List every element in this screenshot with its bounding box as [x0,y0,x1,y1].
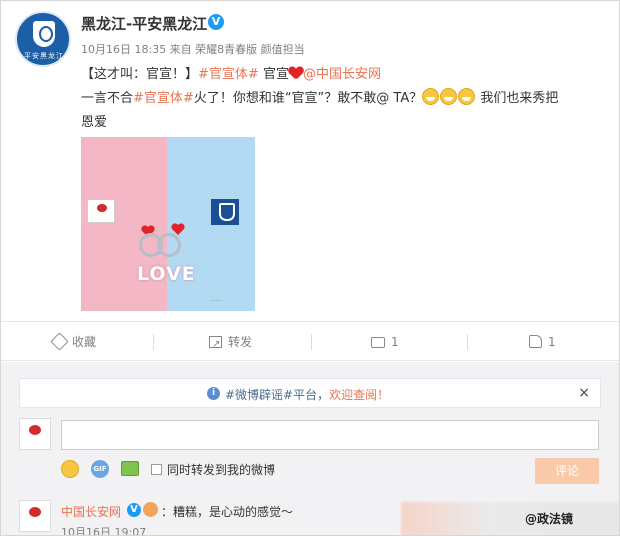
mention-link[interactable]: @中国长安网 [303,67,381,82]
action-bar: 收藏 转发 1 1 [1,321,619,361]
grin-emoji-icon [422,88,440,105]
thumbs-up-icon [529,335,542,348]
info-icon: i [207,387,220,400]
commenter-name[interactable]: 中国长安网 [61,503,121,520]
favorite-button[interactable]: 收藏 [50,330,96,354]
forward-checkbox[interactable] [151,464,162,475]
divider [153,334,154,350]
weibo-post-card: 平安黑龙江 黑龙江-平安黑龙江 V 10月16日 18:35 来自 荣耀8青春版… [0,0,620,536]
image-love-text: LOVE [137,263,196,285]
forward-checkbox-label: 同时转发到我的微博 [167,463,276,477]
forward-button[interactable]: 转发 [209,330,252,357]
avatar-caption: 平安黑龙江 [24,52,64,60]
blurred-overlay [401,502,619,535]
star-icon [50,332,69,351]
post-image[interactable]: LOVE ····· [81,137,255,311]
comment-icon [371,337,385,348]
post-text-segment: 一言不合 [81,91,134,106]
post-text-segment: 我们也来秀把 [476,91,559,106]
verified-icon: V [127,503,141,517]
grin-emoji-icon [440,88,458,105]
post-text: 【这才叫：官宣！】#官宣体# 官宣 @中国长安网 一言不合#官宣体#火了！你想和谁… [81,63,611,135]
author-name[interactable]: 黑龙江-平安黑龙江 [81,13,207,34]
post-meta: 10月16日 18:35 来自 荣耀8青春版 颜值担当 [81,43,305,56]
source-watermark: @政法镜 [525,512,574,526]
emoji-icon[interactable] [61,460,79,478]
commenter-avatar[interactable] [19,500,51,532]
shield-icon [33,21,55,47]
comment-submit-button[interactable]: 评论 [535,458,599,484]
hashtag-link[interactable]: #官宣体# [198,67,259,82]
divider [311,334,312,350]
post-text-segment: 恩爱 [81,115,108,130]
changan-logo [87,199,115,223]
like-button[interactable]: 1 [529,330,556,354]
post-text-segment: 火了！你想和谁“官宣”？敢不敢@ TA？ [193,91,423,106]
comment-section: i #微博辟谣#平台，欢迎查阅！ × GIF 同时转发到我的微博 评论 中国长安… [1,362,619,536]
author-avatar[interactable]: 平安黑龙江 [15,11,71,67]
current-user-avatar [19,418,51,450]
forward-icon [209,333,222,357]
post-title: 【这才叫：官宣！】 [81,67,199,82]
hashtag-link[interactable]: #官宣体# [133,91,194,106]
notice-text[interactable]: #微博辟谣#平台，欢迎查阅！ [225,386,389,403]
close-icon[interactable]: × [578,385,590,401]
post-text-segment: 官宣 [258,67,289,82]
comment-time: 10月16日 19:07 [61,526,147,536]
badge-icon [143,502,158,517]
heart-icon [289,67,303,80]
image-watermark: ····· [211,297,223,305]
ring-icon [157,233,181,257]
police-logo [211,199,239,225]
comment-button[interactable]: 1 [371,330,399,354]
comment-text: ：糟糕，是心动的感觉～ [161,505,294,519]
divider [467,334,468,350]
comment-input[interactable] [61,420,599,450]
grin-emoji-icon [458,88,476,105]
rumor-notice-banner: i #微博辟谣#平台，欢迎查阅！ × [19,378,601,408]
image-upload-icon[interactable] [121,461,139,476]
gif-icon[interactable]: GIF [91,460,109,478]
verified-icon: V [208,14,224,30]
